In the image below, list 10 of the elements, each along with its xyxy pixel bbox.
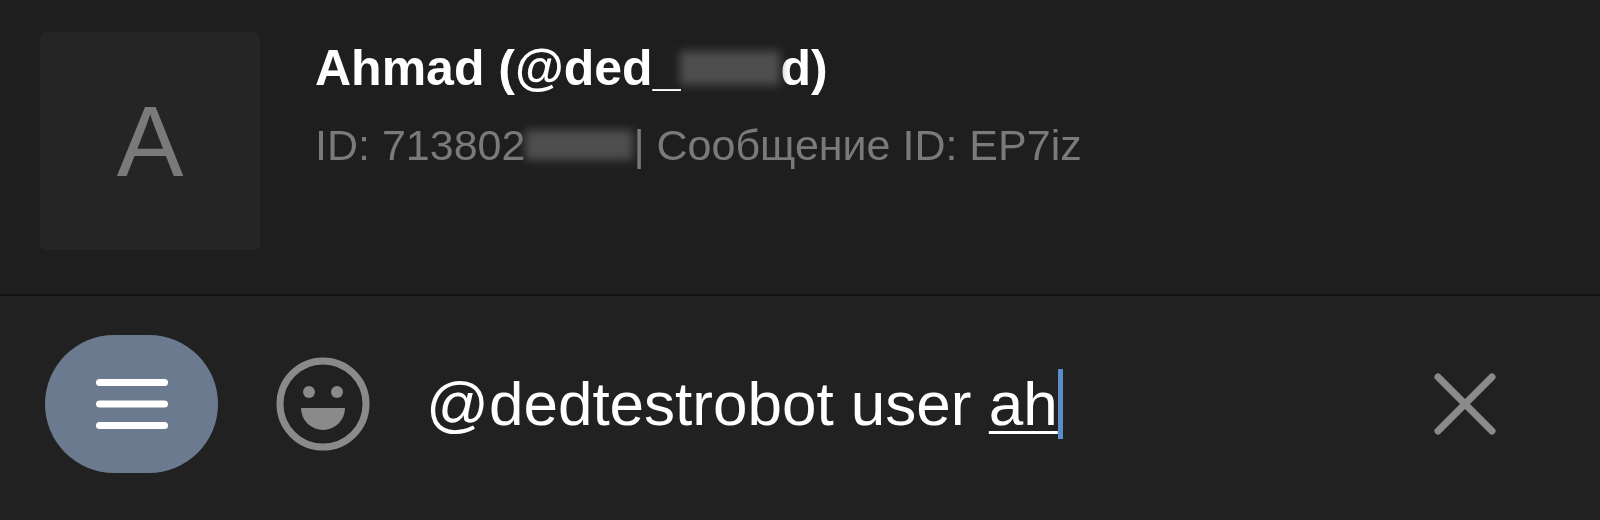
menu-icon	[95, 379, 168, 429]
user-id: ID: 713802	[315, 120, 526, 171]
message-id: | Сообщение ID: EP7iz	[633, 120, 1082, 171]
user-name: Ahmad (@ded_	[315, 39, 681, 98]
message-input[interactable]: @dedtestrobot user ah	[426, 364, 1326, 444]
close-icon[interactable]	[1434, 373, 1496, 435]
result-row[interactable]: A Ahmad (@ded_ d) ID: 713802 | Сообщение ID: EP7iz	[0, 0, 1600, 296]
avatar: A	[40, 32, 260, 250]
emoji-icon[interactable]	[275, 356, 371, 452]
user-name: d)	[780, 39, 828, 98]
